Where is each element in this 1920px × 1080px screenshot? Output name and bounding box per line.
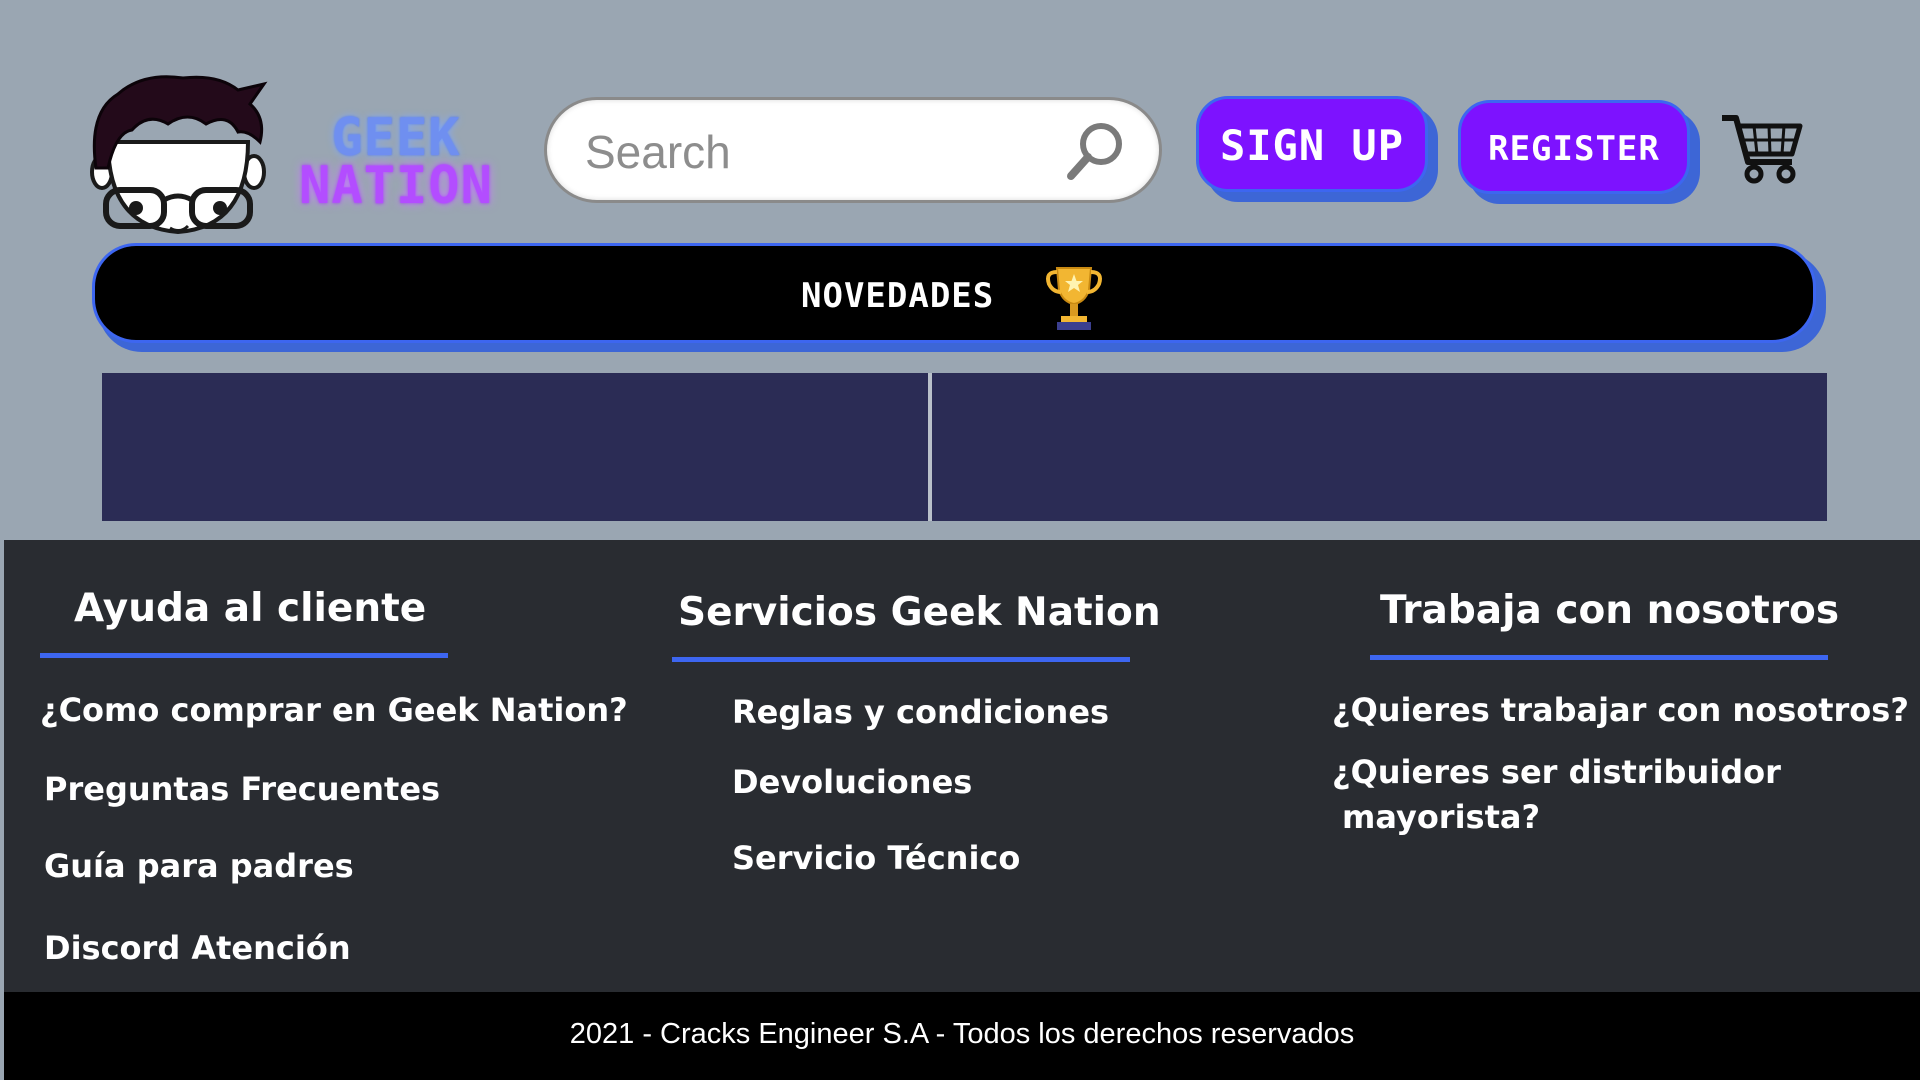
copyright-bar: 2021 - Cracks Engineer S.A - Todos los d…	[4, 992, 1920, 1080]
shopping-cart-icon[interactable]	[1720, 112, 1804, 186]
search-box	[544, 97, 1162, 203]
footer-link-trabajar-con-nosotros[interactable]: ¿Quieres trabajar con nosotros?	[1332, 688, 1909, 733]
footer-title-underline	[1370, 655, 1828, 660]
footer-title-ayuda: Ayuda al cliente	[74, 586, 427, 631]
footer-title-underline	[672, 657, 1130, 662]
register-button[interactable]: REGISTER	[1458, 100, 1690, 194]
search-icon[interactable]	[1065, 120, 1127, 182]
novedades-nav-bar[interactable]: NOVEDADES	[92, 243, 1816, 343]
footer-link-distribuidor-line2[interactable]: mayorista?	[1342, 795, 1540, 840]
banner-right[interactable]	[932, 373, 1827, 521]
novedades-label: NOVEDADES	[801, 276, 995, 316]
geek-mascot-logo[interactable]	[88, 72, 268, 237]
sign-up-button[interactable]: SIGN UP	[1196, 96, 1428, 192]
brand-logo[interactable]: GEEK NATION	[276, 112, 516, 212]
search-input[interactable]	[583, 120, 1067, 184]
footer-link-distribuidor-line1[interactable]: ¿Quieres ser distribuidor	[1332, 750, 1781, 795]
footer: Ayuda al cliente ¿Como comprar en Geek N…	[4, 540, 1920, 992]
banner-left[interactable]	[102, 373, 928, 521]
footer-link-devoluciones[interactable]: Devoluciones	[732, 760, 972, 805]
footer-link-preguntas-frecuentes[interactable]: Preguntas Frecuentes	[44, 767, 440, 812]
trophy-icon	[1046, 267, 1102, 330]
copyright-text: 2021 - Cracks Engineer S.A - Todos los d…	[569, 1018, 1355, 1050]
footer-title-underline	[40, 653, 448, 658]
footer-title-servicios: Servicios Geek Nation	[678, 590, 1161, 635]
footer-link-reglas-condiciones[interactable]: Reglas y condiciones	[732, 690, 1109, 735]
footer-link-discord-atencion[interactable]: Discord Atención	[44, 926, 351, 971]
brand-line-2: NATION	[299, 156, 493, 216]
footer-title-trabaja: Trabaja con nosotros	[1380, 588, 1840, 633]
footer-link-como-comprar[interactable]: ¿Como comprar en Geek Nation?	[40, 688, 628, 733]
footer-link-servicio-tecnico[interactable]: Servicio Técnico	[732, 836, 1020, 881]
footer-link-guia-padres[interactable]: Guía para padres	[44, 844, 354, 889]
